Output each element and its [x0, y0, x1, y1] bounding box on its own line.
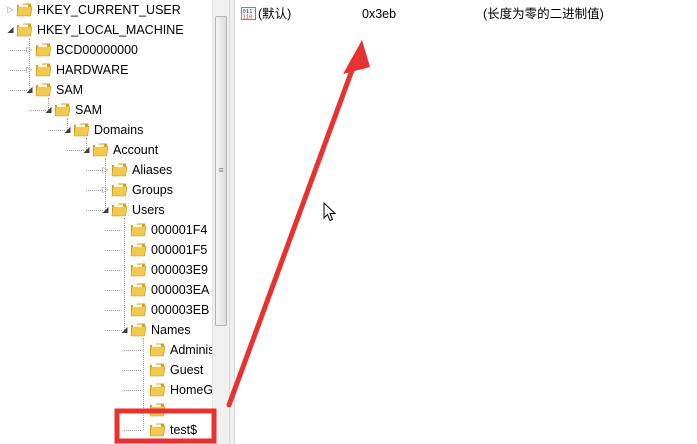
collapse-arrow-icon[interactable]: [6, 24, 15, 35]
expand-arrow-icon[interactable]: [101, 184, 110, 195]
tree-item-label: 000001F4: [151, 223, 208, 237]
binary-value-icon: 011 110: [241, 7, 256, 20]
tree-item-label: Users: [132, 203, 165, 217]
tree-item-label: HKEY_CURRENT_USER: [37, 3, 181, 17]
collapse-arrow-icon[interactable]: [25, 84, 34, 95]
tree-item[interactable]: 000003EB: [0, 300, 212, 320]
tree-item[interactable]: Groups: [0, 180, 212, 200]
collapse-arrow-icon[interactable]: [82, 144, 91, 155]
pane-splitter[interactable]: [229, 0, 235, 444]
tree-item[interactable]: Aliases: [0, 160, 212, 180]
tree-item[interactable]: Names: [0, 320, 212, 340]
folder-icon: [130, 243, 147, 257]
tree-item-label: SAM: [75, 103, 103, 117]
folder-icon: [35, 43, 52, 57]
folder-icon: [149, 383, 166, 397]
tree-item[interactable]: HARDWARE: [0, 60, 212, 80]
tree-item[interactable]: HomeGro: [0, 380, 212, 400]
tree-item-label: SAM: [56, 83, 84, 97]
tree-item-label: Account: [113, 143, 159, 157]
tree-item-label: HomeGro: [170, 383, 212, 397]
tree-item[interactable]: SAM: [0, 100, 212, 120]
folder-icon: [130, 263, 147, 277]
values-list[interactable]: 011 110 (默认) 0x3eb (长度为零的二进制值): [236, 0, 697, 444]
tree-item-label: Domains: [94, 123, 144, 137]
folder-icon: [149, 423, 166, 437]
tree-item[interactable]: 000003E9: [0, 260, 212, 280]
registry-tree[interactable]: HKEY_CURRENT_USER HKEY_LOCAL_MACHINE BCD00…: [0, 0, 212, 444]
tree-item[interactable]: 000003EA: [0, 280, 212, 300]
mouse-cursor-icon: [323, 202, 337, 222]
tree-item-label: Guest: [170, 363, 204, 377]
expand-arrow-icon[interactable]: [101, 164, 110, 175]
collapse-arrow-icon[interactable]: [63, 124, 72, 135]
collapse-arrow-icon[interactable]: [120, 324, 129, 335]
tree-item-label: Administr: [170, 343, 212, 357]
tree-item[interactable]: BCD00000000: [0, 40, 212, 60]
folder-icon: [130, 323, 147, 337]
tree-item[interactable]: [0, 400, 212, 420]
tree-item[interactable]: Domains: [0, 120, 212, 140]
folder-icon: [35, 83, 52, 97]
tree-item-label: Groups: [132, 183, 173, 197]
folder-icon: [73, 123, 90, 137]
tree-item-label: 000003E9: [151, 263, 209, 277]
folder-icon: [149, 343, 166, 357]
expand-arrow-icon[interactable]: [6, 4, 15, 15]
tree-item-label: test$: [170, 423, 198, 437]
folder-icon: [54, 103, 71, 117]
svg-text:110: 110: [243, 15, 253, 21]
tree-item-label: Names: [151, 323, 191, 337]
tree-item[interactable]: Account: [0, 140, 212, 160]
value-description: (长度为零的二进制值): [483, 7, 604, 21]
tree-item[interactable]: Users: [0, 200, 212, 220]
tree-item-label: 000003EA: [151, 283, 210, 297]
tree-item-label: 000003EB: [151, 303, 210, 317]
folder-icon: [111, 183, 128, 197]
tree-item[interactable]: test$: [0, 420, 212, 440]
tree-item[interactable]: Administr: [0, 340, 212, 360]
collapse-arrow-icon[interactable]: [44, 104, 53, 115]
folder-icon: [149, 403, 166, 417]
tree-item[interactable]: HKEY_LOCAL_MACHINE: [0, 20, 212, 40]
tree-item[interactable]: 000001F4: [0, 220, 212, 240]
tree-item[interactable]: SAM: [0, 80, 212, 100]
tree-item[interactable]: Guest: [0, 360, 212, 380]
folder-icon: [111, 203, 128, 217]
value-data: 0x3eb: [362, 7, 397, 21]
value-row-default[interactable]: 011 110 (默认) 0x3eb (长度为零的二进制值): [236, 4, 697, 24]
folder-icon: [92, 143, 109, 157]
folder-icon: [111, 163, 128, 177]
scrollbar-thumb[interactable]: ≡: [215, 16, 227, 326]
scrollbar-grip-icon: ≡: [218, 165, 224, 175]
tree-item-label: HARDWARE: [56, 63, 129, 77]
collapse-arrow-icon[interactable]: [101, 204, 110, 215]
tree-item[interactable]: 000001F5: [0, 240, 212, 260]
value-name: (默认): [258, 7, 292, 21]
folder-icon: [16, 23, 33, 37]
tree-item-label: 000001F5: [151, 243, 208, 257]
folder-icon: [16, 3, 33, 17]
tree-item[interactable]: HKEY_CURRENT_USER: [0, 0, 212, 20]
folder-icon: [130, 283, 147, 297]
tree-scrollbar[interactable]: ≡: [212, 0, 230, 444]
tree-item-label: Aliases: [132, 163, 173, 177]
folder-icon: [35, 63, 52, 77]
tree-item-label: HKEY_LOCAL_MACHINE: [37, 23, 184, 37]
expand-arrow-icon[interactable]: [25, 64, 34, 75]
folder-icon: [130, 303, 147, 317]
tree-item-label: BCD00000000: [56, 43, 139, 57]
folder-icon: [149, 363, 166, 377]
expand-arrow-icon[interactable]: [25, 44, 34, 55]
folder-icon: [130, 223, 147, 237]
